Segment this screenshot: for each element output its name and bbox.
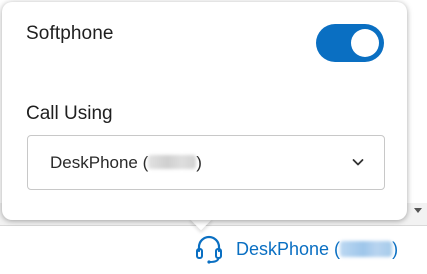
redacted-extension [148,155,197,169]
softphone-toggle[interactable] [316,24,384,62]
stage: Softphone Call Using DeskPhone () DeskPh… [0,0,427,274]
active-device-label: DeskPhone () [236,239,398,260]
call-using-select[interactable]: DeskPhone () [27,135,385,190]
headset-icon [196,235,222,264]
call-using-selected-value: DeskPhone () [50,153,202,173]
active-device-prefix: DeskPhone ( [236,238,341,259]
toggle-knob [351,29,379,57]
active-device-suffix: ) [392,238,399,259]
selected-device-prefix: DeskPhone ( [50,153,149,172]
softphone-label: Softphone [26,23,114,44]
caret-down-icon[interactable] [414,208,422,213]
redacted-extension [340,240,393,257]
selected-device-suffix: ) [196,153,202,172]
active-device-indicator[interactable]: DeskPhone () [195,234,398,264]
chevron-down-icon [352,159,364,166]
call-settings-popover: Softphone Call Using DeskPhone () [2,2,407,220]
call-using-label: Call Using [26,103,113,124]
